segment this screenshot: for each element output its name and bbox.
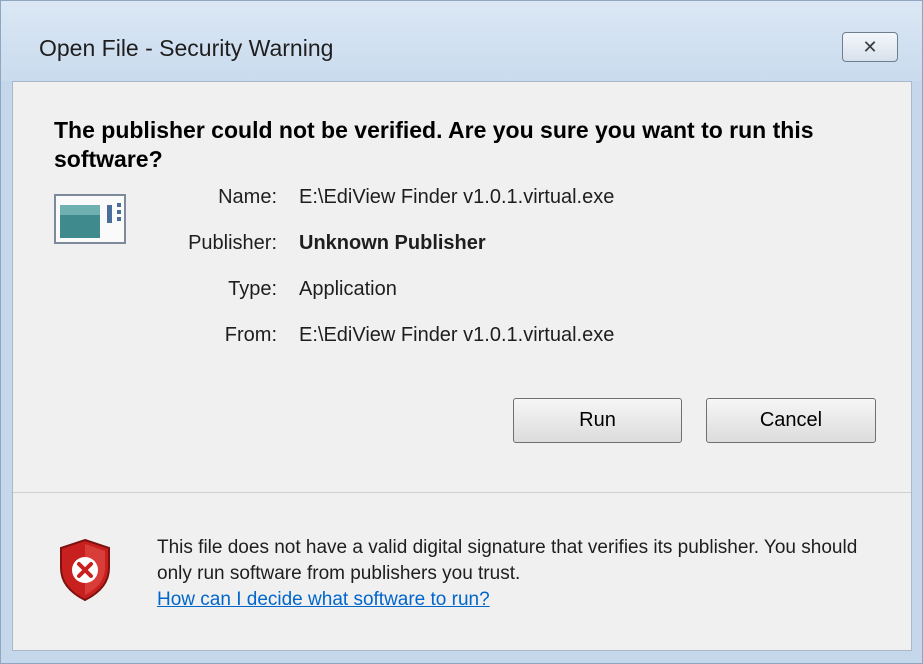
run-button[interactable]: Run bbox=[513, 398, 682, 443]
close-icon: ✕ bbox=[862, 37, 878, 57]
name-label: Name: bbox=[218, 186, 277, 208]
signature-warning-text: This file does not have a valid digital … bbox=[157, 537, 858, 584]
title-bar[interactable]: Open File - Security Warning ✕ bbox=[1, 1, 922, 81]
from-label: From: bbox=[224, 324, 277, 346]
security-shield-x-icon bbox=[60, 538, 110, 602]
name-value: E:\EdiView Finder v1.0.1.virtual.exe bbox=[299, 186, 615, 208]
window-title: Open File - Security Warning bbox=[39, 35, 334, 61]
from-value: E:\EdiView Finder v1.0.1.virtual.exe bbox=[299, 324, 615, 346]
publisher-value: Unknown Publisher bbox=[299, 232, 486, 254]
dialog-body: The publisher could not be verified. Are… bbox=[12, 81, 912, 651]
publisher-label: Publisher: bbox=[188, 232, 277, 254]
type-label: Type: bbox=[228, 278, 277, 300]
cancel-button[interactable]: Cancel bbox=[706, 398, 876, 443]
type-value: Application bbox=[299, 278, 397, 300]
divider bbox=[13, 492, 911, 493]
close-button[interactable]: ✕ bbox=[842, 32, 898, 62]
warning-question: The publisher could not be verified. Are… bbox=[54, 117, 814, 172]
help-link[interactable]: How can I decide what software to run? bbox=[157, 587, 490, 613]
security-warning-dialog: Open File - Security Warning ✕ The publi… bbox=[0, 0, 923, 664]
